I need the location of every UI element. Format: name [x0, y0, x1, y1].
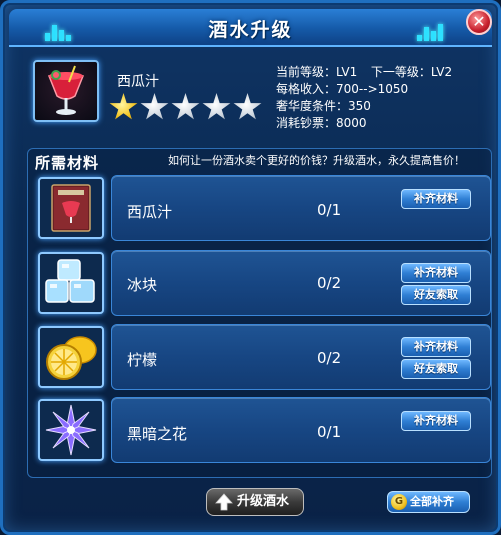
star-empty-icon	[233, 93, 262, 120]
coin-icon: G	[391, 494, 407, 510]
fill-all-label: 全部补齐	[410, 495, 454, 508]
material-count: 0/2	[317, 274, 342, 292]
material-row: 西瓜汁 0/1 补齐材料	[3, 173, 501, 243]
close-button[interactable]: ✕	[466, 9, 492, 35]
material-count: 0/1	[317, 423, 342, 441]
fill-material-button[interactable]: 补齐材料	[401, 189, 471, 209]
material-panel	[111, 324, 491, 390]
level-info: 当前等级：LV1 下一等级：LV2	[276, 63, 452, 80]
ice-cubes-icon	[38, 252, 104, 314]
drink-icon	[33, 60, 99, 122]
fill-material-button[interactable]: 补齐材料	[401, 411, 471, 431]
lemon-icon	[38, 326, 104, 388]
close-icon: ✕	[472, 12, 486, 31]
star-empty-icon	[140, 93, 169, 120]
fill-material-button[interactable]: 补齐材料	[401, 263, 471, 283]
upgrade-hint: 如何让一份酒水卖个更好的价钱？升级酒水，永久提高售价！	[168, 154, 465, 167]
material-count: 0/1	[317, 201, 342, 219]
materials-title: 所需材料	[35, 154, 100, 172]
material-row: 黑暗之花 0/1 补齐材料	[3, 395, 501, 465]
material-row: 冰块 0/2 补齐材料 好友索取	[3, 248, 501, 318]
material-name: 柠檬	[127, 351, 158, 369]
material-panel	[111, 250, 491, 316]
material-count: 0/2	[317, 349, 342, 367]
current-level: 当前等级：LV1	[276, 65, 358, 79]
upgrade-drink-button[interactable]: 升级酒水	[206, 488, 304, 516]
recipe-book-icon	[38, 177, 104, 239]
watermelon-juice-icon	[48, 65, 84, 115]
cost-info: 消耗钞票：8000	[276, 116, 367, 130]
fill-all-button[interactable]: G 全部补齐	[387, 491, 470, 513]
next-level: 下一等级：LV2	[370, 65, 453, 79]
equalizer-icon	[417, 21, 447, 41]
title-bar: 酒水升级	[9, 9, 492, 47]
fill-material-button[interactable]: 补齐材料	[401, 337, 471, 357]
ask-friend-button[interactable]: 好友索取	[401, 359, 471, 379]
dark-flower-icon	[38, 399, 104, 461]
luxury-info: 奢华度条件：350	[276, 99, 371, 113]
star-rating	[109, 93, 269, 123]
drink-name: 西瓜汁	[117, 74, 159, 90]
upgrade-label: 升级酒水	[237, 494, 290, 509]
material-name: 西瓜汁	[127, 203, 173, 221]
material-row: 柠檬 0/2 补齐材料 好友索取	[3, 322, 501, 392]
up-arrow-icon	[215, 493, 233, 511]
star-filled-icon	[109, 93, 138, 120]
star-empty-icon	[171, 93, 200, 120]
material-name: 冰块	[127, 276, 158, 294]
income-info: 每格收入：700-->1050	[276, 82, 409, 96]
star-empty-icon	[202, 93, 231, 120]
material-name: 黑暗之花	[127, 425, 188, 443]
upgrade-dialog: 酒水升级 ✕ 西瓜汁 当前等级：LV1 下一等级：LV2 每格收入：700-->…	[0, 0, 501, 535]
ask-friend-button[interactable]: 好友索取	[401, 285, 471, 305]
